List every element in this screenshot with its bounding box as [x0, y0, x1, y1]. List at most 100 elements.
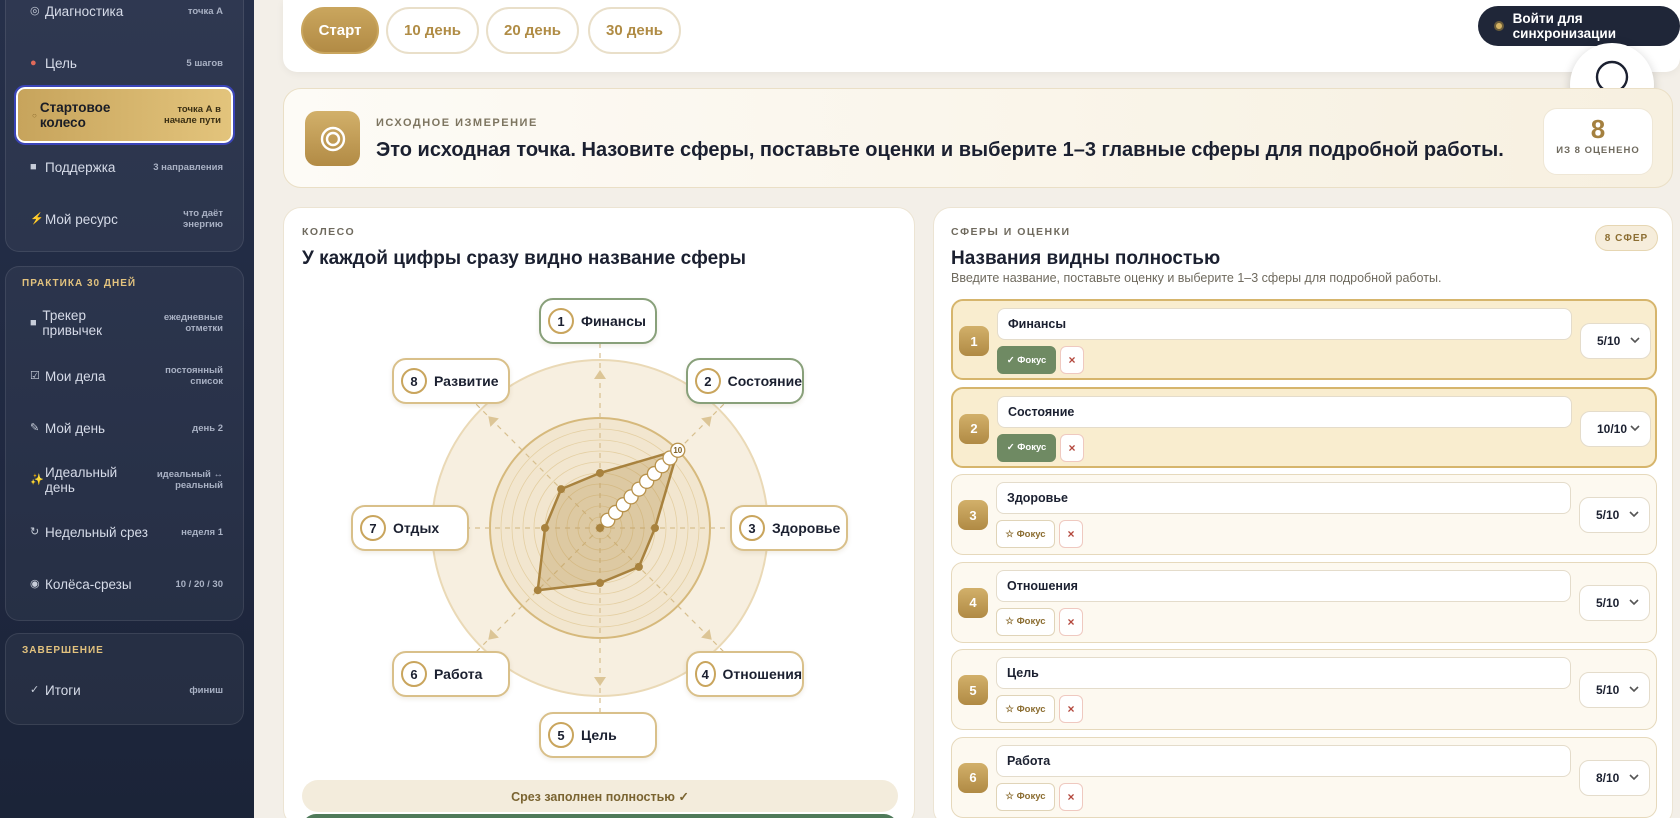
focus-toggle-button[interactable]: ✓ Фокус: [997, 346, 1056, 374]
sidebar-item-my-tasks[interactable]: ☑ Мои дела постоянный список: [16, 352, 233, 400]
tab-day-10[interactable]: 10 день: [386, 7, 479, 54]
sync-login-button[interactable]: Войти для синхронизации: [1478, 6, 1680, 46]
sidebar-item-diagnostics[interactable]: ◎ Диагностика точка А: [16, 0, 233, 35]
spheres-kicker: СФЕРЫ И ОЦЕНКИ: [951, 226, 1071, 238]
check-icon: ✓: [30, 683, 40, 696]
banner-kicker: ИСХОДНОЕ ИЗМЕРЕНИЕ: [376, 117, 538, 129]
score-select[interactable]: 8/10: [1579, 759, 1650, 796]
sphere-row: 2 Состояние ✓ Фокус × 10/10: [951, 386, 1657, 468]
sidebar-item-wheel-slices[interactable]: ◉ Колёса-срезы 10 / 20 / 30: [16, 560, 233, 608]
spheres-title: Названия видны полностью: [951, 248, 1221, 269]
score-select[interactable]: 10/10: [1580, 410, 1651, 447]
sidebar-item-label: Трекер привычек: [42, 308, 103, 338]
sphere-name-input[interactable]: Финансы: [997, 308, 1572, 340]
sidebar-item-meta: 10 / 20 / 30: [175, 578, 223, 590]
sidebar-item-meta: точка А: [187, 5, 223, 17]
wheel-sphere-label[interactable]: 6 Работа: [392, 651, 510, 697]
score-select[interactable]: 5/10: [1579, 497, 1650, 533]
score-select[interactable]: 5/10: [1579, 584, 1650, 621]
sphere-row: 5 Цель ☆ Фокус × 5/10: [951, 649, 1657, 730]
wheel-sphere-name: Здоровье: [772, 520, 841, 536]
wheel-sphere-name: Отношения: [722, 666, 802, 682]
remove-sphere-button[interactable]: ×: [1059, 695, 1083, 723]
chevron-down-icon: [1630, 337, 1640, 344]
remove-sphere-button[interactable]: ×: [1060, 346, 1084, 374]
sidebar-item-support[interactable]: ■ Поддержка 3 направления: [16, 143, 233, 191]
day-tabs-bar: Старт 10 день 20 день 30 день: [283, 0, 1680, 72]
wheel-sphere-number: 4: [695, 661, 716, 687]
remove-sphere-button[interactable]: ×: [1059, 607, 1083, 636]
square-icon: ■: [30, 316, 37, 329]
sphere-name-input[interactable]: Здоровье: [996, 482, 1571, 514]
chevron-down-icon: [1629, 511, 1639, 518]
remove-sphere-button[interactable]: ×: [1060, 433, 1084, 462]
score-select-value: 5/10: [1596, 595, 1620, 610]
tab-day-20[interactable]: 20 день: [486, 7, 579, 54]
sidebar-item-meta: идеальный ↔ реальный: [156, 469, 223, 491]
wheel-score-point: [651, 524, 659, 532]
score-select-value: 5/10: [1596, 683, 1620, 697]
sidebar-item-weekly-slice[interactable]: ↻ Недельный срез неделя 1: [16, 508, 233, 556]
sidebar-group-finish: ЗАВЕРШЕНИЕ ✓ Итоги финиш: [5, 633, 244, 725]
target-icon: [305, 111, 360, 166]
wheel-sphere-name: Отдых: [393, 520, 440, 536]
sphere-name-input[interactable]: Работа: [996, 744, 1571, 777]
wheel-sphere-name: Цель: [581, 727, 617, 743]
tab-start[interactable]: Старт: [301, 7, 379, 54]
wheel-status: Срез заполнен полностью ✓: [302, 780, 898, 812]
radio-icon: ◉: [30, 577, 40, 590]
banner-title: Это исходная точка. Назовите сферы, пост…: [376, 139, 1504, 161]
sphere-row: 4 Отношения ☆ Фокус × 5/10: [951, 561, 1657, 643]
sidebar: ◎ Диагностика точка А ● Цель 5 шагов ○ Стар…: [0, 0, 254, 818]
remove-sphere-button[interactable]: ×: [1059, 520, 1083, 548]
sidebar-item-label: Мой день: [45, 420, 106, 436]
sidebar-item-label: Мой ресурс: [45, 211, 118, 227]
sidebar-item-label: Диагностика: [45, 3, 124, 19]
sidebar-item-goal[interactable]: ● Цель 5 шагов: [16, 39, 233, 87]
wheel-sphere-number: 5: [548, 722, 574, 748]
wheel-sphere-label[interactable]: 3 Здоровье: [730, 505, 848, 551]
sidebar-item-ideal-day[interactable]: ✨ Идеальный день идеальный ↔ реальный: [16, 456, 233, 504]
sidebar-group-title: ПРАКТИКА 30 ДНЕЙ: [22, 278, 137, 289]
sphere-name-input[interactable]: Цель: [996, 657, 1571, 689]
sphere-name-input[interactable]: Отношения: [996, 569, 1571, 602]
wheel-sphere-label[interactable]: 5 Цель: [539, 712, 657, 758]
focus-toggle-button[interactable]: ✓ Фокус: [997, 433, 1056, 462]
chevron-down-icon: [1629, 686, 1639, 693]
continue-button[interactable]: [302, 814, 898, 818]
sidebar-item-meta: день 2: [192, 422, 223, 434]
sphere-name-input[interactable]: Состояние: [997, 395, 1572, 428]
focus-toggle-button[interactable]: ☆ Фокус: [996, 520, 1055, 548]
wheel-score-point: [557, 485, 566, 494]
score-select[interactable]: 5/10: [1579, 672, 1650, 708]
sidebar-item-habit-tracker[interactable]: ■ Трекер привычек ежедневные отметки: [16, 299, 233, 347]
sidebar-item-my-day[interactable]: ✎ Мой день день 2: [16, 404, 233, 452]
focus-toggle-button[interactable]: ☆ Фокус: [996, 782, 1055, 811]
score-select-value: 8/10: [1596, 770, 1620, 785]
tab-day-30[interactable]: 30 день: [588, 7, 681, 54]
wheel-sphere-label[interactable]: 1 Финансы: [539, 298, 657, 344]
sidebar-item-results[interactable]: ✓ Итоги финиш: [16, 666, 233, 714]
sphere-number: 3: [958, 500, 988, 530]
score-select-value: 5/10: [1597, 334, 1621, 348]
sidebar-item-start-wheel[interactable]: ○ Стартовое колесо точка А в начале пути: [14, 85, 235, 145]
sidebar-item-resource[interactable]: ⚡ Мой ресурс что даёт энергию: [16, 195, 233, 243]
wheel-sphere-number: 6: [401, 661, 427, 687]
focus-toggle-button[interactable]: ☆ Фокус: [996, 607, 1055, 636]
wheel-score-point: [596, 469, 604, 477]
target-icon: ◎: [30, 4, 40, 17]
wheel-sphere-label[interactable]: 2 Состояние: [686, 358, 804, 404]
sphere-number: 1: [959, 326, 989, 356]
focus-toggle-button[interactable]: ☆ Фокус: [996, 695, 1055, 723]
wheel-sphere-label[interactable]: 8 Развитие: [392, 358, 510, 404]
remove-sphere-button[interactable]: ×: [1059, 782, 1083, 811]
wheel-sphere-label[interactable]: 4 Отношения: [686, 651, 804, 697]
wheel-sphere-label[interactable]: 7 Отдых: [351, 505, 469, 551]
sparkles-icon: ✨: [30, 473, 44, 486]
score-select[interactable]: 5/10: [1580, 323, 1651, 359]
wheel-sphere-number: 8: [401, 368, 427, 394]
sphere-row: 3 Здоровье ☆ Фокус × 5/10: [951, 474, 1657, 555]
rated-count-label: ИЗ 8 ОЦЕНЕНО: [1556, 145, 1640, 156]
wheel-sphere-name: Работа: [434, 666, 483, 682]
chevron-down-icon: [1630, 424, 1640, 431]
